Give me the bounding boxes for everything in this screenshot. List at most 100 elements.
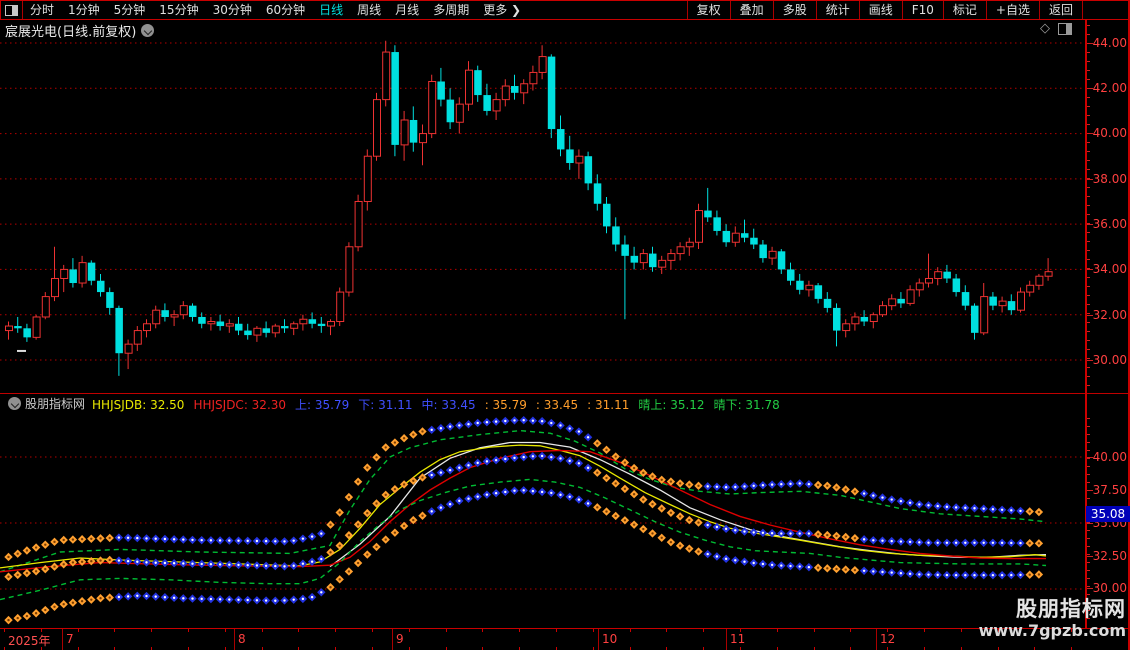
toolbar-action-5[interactable]: F10 — [901, 1, 943, 19]
axis-tick — [1087, 142, 1090, 143]
axis-tick — [1087, 187, 1090, 188]
indicator-value-1: HHJSJDC: 32.30 — [193, 398, 287, 412]
period-tab-5[interactable]: 60分钟 — [259, 1, 312, 19]
time-tick — [225, 629, 226, 632]
axis-tick — [1087, 546, 1090, 547]
month-divider — [62, 629, 63, 650]
panel-layout-button[interactable] — [1, 1, 23, 19]
period-tab-8[interactable]: 月线 — [388, 1, 426, 19]
indicator-value-4: 中: 33.45 — [421, 398, 476, 412]
month-divider — [726, 629, 727, 650]
indicator-value-5: : 35.79 — [484, 398, 527, 412]
main-axis-label-0: 44.00 — [1092, 36, 1127, 50]
indicator-value-8: 晴上: 35.12 — [638, 398, 705, 412]
month-divider — [234, 629, 235, 650]
main-axis-label-6: 32.00 — [1092, 308, 1127, 322]
chart-titlebar[interactable]: 宸展光电(日线.前复权) — [5, 21, 155, 40]
axis-tick — [1087, 88, 1093, 89]
sub-axis-label-4: 30.00 — [1092, 581, 1127, 595]
indicator-collapse-icon[interactable] — [8, 397, 21, 410]
toolbar-action-2[interactable]: 多股 — [772, 1, 816, 19]
axis-tick — [1087, 196, 1090, 197]
axis-tick — [1087, 124, 1090, 125]
axis-tick — [1087, 586, 1090, 587]
time-axis[interactable]: 2025年 7 8 9 10 11 12 — [0, 628, 1130, 650]
indicator-label-row: 股朋指标网 HHJSJDB: 32.50 HHJSJDC: 32.30 上: 35.… — [3, 395, 789, 412]
axis-tick — [1087, 498, 1090, 499]
month-divider — [392, 629, 393, 650]
toolbar-action-7[interactable]: +自选 — [985, 1, 1039, 19]
axis-tick — [1087, 160, 1090, 161]
axis-tick — [1087, 25, 1090, 26]
axis-tick — [1087, 434, 1090, 435]
axis-tick — [1087, 115, 1090, 116]
month-label-10: 10 — [602, 632, 618, 646]
period-toolbar: 分时 1分钟 5分钟 15分钟 30分钟 60分钟 日线 周线 月线 多周期 更多 ❯ 复权 叠加 多股… — [0, 0, 1130, 20]
indicator-value-9: 晴下: 31.78 — [713, 398, 780, 412]
toolbar-action-4[interactable]: 画线 — [858, 1, 902, 19]
indicator-source-label: 股朋指标网 — [25, 397, 86, 411]
year-label: 2025年 — [8, 634, 51, 648]
chevron-down-icon[interactable] — [141, 24, 155, 37]
time-tick — [814, 629, 815, 632]
sub-axis-label-1: 37.50 — [1092, 483, 1127, 497]
toolbar-action-0[interactable]: 复权 — [686, 1, 730, 19]
toolbar-action-3[interactable]: 统计 — [815, 1, 859, 19]
axis-tick — [1087, 151, 1090, 152]
axis-tick — [1087, 304, 1090, 305]
axis-tick — [1087, 556, 1093, 557]
axis-tick — [1087, 418, 1090, 419]
axis-tick — [1087, 179, 1093, 180]
period-tab-2[interactable]: 5分钟 — [107, 1, 153, 19]
time-tick — [298, 629, 299, 632]
axis-tick — [1087, 482, 1090, 483]
time-tick — [924, 629, 925, 632]
time-tick — [4, 629, 5, 632]
axis-tick — [1087, 376, 1090, 377]
axis-tick — [1087, 442, 1090, 443]
maximize-pane-icon[interactable] — [1058, 23, 1072, 35]
toolbar-action-1[interactable]: 叠加 — [729, 1, 773, 19]
axis-tick — [1087, 277, 1090, 278]
axis-tick — [1087, 169, 1090, 170]
diamond-mark-icon[interactable]: ◇ — [1040, 22, 1050, 35]
axis-tick — [1087, 490, 1093, 491]
time-tick — [740, 629, 741, 632]
price-axis: 35.08 44.00 42.00 40.00 38.00 36.00 34.00 32.0… — [1085, 19, 1130, 628]
period-tab-1[interactable]: 1分钟 — [61, 1, 107, 19]
axis-tick — [1087, 367, 1090, 368]
indicator-band-chart[interactable] — [0, 412, 1085, 628]
period-tab-0[interactable]: 分时 — [23, 1, 61, 19]
period-tab-3[interactable]: 15分钟 — [152, 1, 205, 19]
time-tick — [78, 629, 79, 632]
period-tab-6[interactable]: 日线 — [312, 1, 350, 19]
axis-tick — [1087, 79, 1090, 80]
main-candlestick-chart[interactable] — [0, 19, 1085, 393]
indicator-values: HHJSJDB: 32.50 HHJSJDC: 32.30 上: 35.79 下: 3… — [92, 394, 789, 413]
time-tick — [335, 629, 336, 632]
axis-tick — [1087, 466, 1090, 467]
time-tick — [482, 629, 483, 632]
panel-layout-icon — [5, 4, 18, 16]
period-tab-10[interactable]: 更多 ❯ — [476, 1, 528, 19]
time-tick — [262, 629, 263, 632]
watermark: 股朋指标网 www.7gpzb.com — [979, 597, 1126, 641]
axis-tick — [1087, 385, 1090, 386]
axis-tick — [1087, 313, 1090, 314]
axis-tick — [1087, 426, 1090, 427]
toolbar-actions: 复权 叠加 多股 统计 画线 F10 标记 +自选 返回 — [686, 1, 1083, 19]
toolbar-action-6[interactable]: 标记 — [942, 1, 986, 19]
period-tab-4[interactable]: 30分钟 — [206, 1, 259, 19]
period-tab-7[interactable]: 周线 — [350, 1, 388, 19]
axis-tick — [1087, 594, 1090, 595]
period-tab-9[interactable]: 多周期 — [426, 1, 476, 19]
time-tick — [41, 629, 42, 632]
toolbar-action-8[interactable]: 返回 — [1038, 1, 1083, 19]
indicator-value-6: : 33.45 — [535, 398, 579, 412]
time-tick — [630, 629, 631, 632]
indicator-value-2: 上: 35.79 — [295, 398, 350, 412]
time-tick — [887, 629, 888, 632]
watermark-site-name: 股朋指标网 — [1016, 597, 1126, 621]
main-axis-label-5: 34.00 — [1092, 262, 1127, 276]
main-axis-label-3: 38.00 — [1092, 172, 1127, 186]
